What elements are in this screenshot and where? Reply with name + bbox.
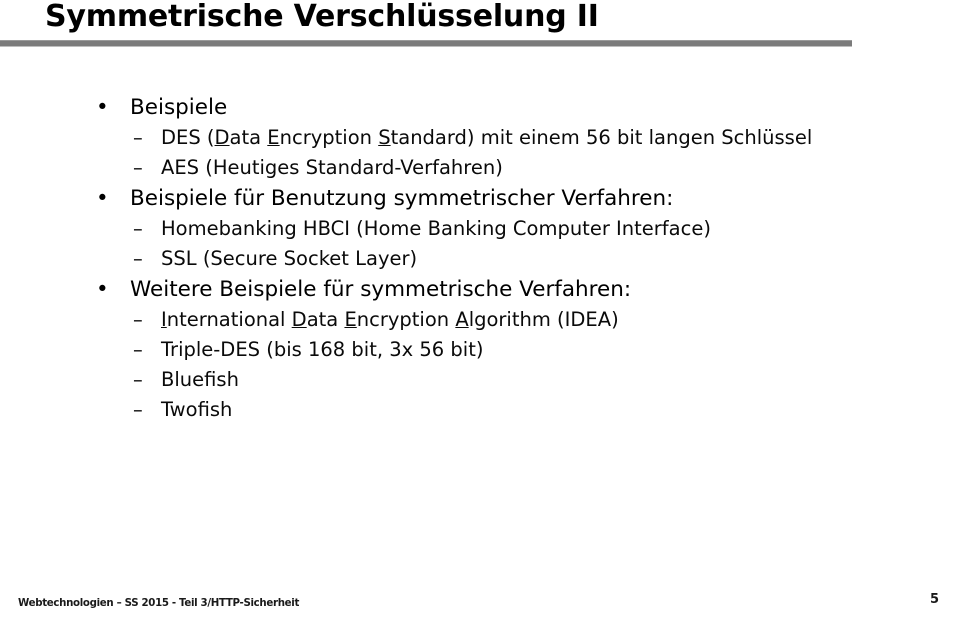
bullet-dot-icon: • bbox=[96, 95, 109, 120]
bullet-dash-icon: – bbox=[133, 308, 143, 331]
bullet-beispiele: • Beispiele bbox=[0, 92, 959, 123]
text-run: Triple-DES (bis 168 bit, 3x 56 bit) bbox=[161, 338, 484, 361]
bullet-des: – DES (Data Encryption Standard) mit eine… bbox=[0, 123, 959, 153]
text-run: Homebanking HBCI (Home Banking Computer … bbox=[161, 217, 711, 240]
text-run: ata bbox=[229, 126, 268, 149]
bullet-dash-icon: – bbox=[133, 338, 143, 361]
text-run: Twofish bbox=[161, 398, 233, 421]
bullet-dash-icon: – bbox=[133, 398, 143, 421]
title-divider-rule bbox=[0, 40, 852, 47]
bullet-dot-icon: • bbox=[96, 186, 109, 211]
bullet-aes: – AES (Heutiges Standard-Verfahren) bbox=[0, 153, 959, 183]
acronym-initial: E bbox=[344, 308, 357, 331]
bullet-dash-icon: – bbox=[133, 217, 143, 240]
bullet-label: Bluefish bbox=[161, 368, 239, 391]
text-run: tandard) mit einem 56 bit langen Schlüss… bbox=[390, 126, 813, 149]
text-run: ncryption bbox=[279, 126, 379, 149]
bullet-beispiele-benutzung: • Beispiele für Benutzung symmetrischer V… bbox=[0, 183, 959, 214]
bullet-label: Twofish bbox=[161, 398, 232, 421]
text-run: Bluefish bbox=[161, 368, 239, 391]
bullet-label: SSL (Secure Socket Layer) bbox=[161, 247, 417, 270]
bullet-triple-des: – Triple-DES (bis 168 bit, 3x 56 bit) bbox=[0, 335, 959, 365]
bullet-label: Triple-DES (bis 168 bit, 3x 56 bit) bbox=[161, 338, 483, 361]
bullet-hbci: – Homebanking HBCI (Home Banking Computer… bbox=[0, 214, 959, 244]
footer-page-number: 5 bbox=[930, 592, 940, 607]
bullet-dash-icon: – bbox=[133, 247, 143, 270]
text-run: lgorithm (IDEA) bbox=[468, 308, 619, 331]
bullet-bluefish: – Bluefish bbox=[0, 365, 959, 395]
text-run: ata bbox=[306, 308, 345, 331]
bullet-label: DES (Data Encryption Standard) mit einem… bbox=[161, 126, 812, 149]
acronym-initial: A bbox=[455, 308, 469, 331]
text-run: Beispiele für Benutzung symmetrischer Ve… bbox=[130, 186, 674, 211]
page-title: Symmetrische Verschlüsselung II bbox=[45, 0, 599, 34]
footer-course-label: Webtechnologien – SS 2015 - Teil 3/HTTP-… bbox=[18, 596, 300, 609]
text-run: SSL (Secure Socket Layer) bbox=[161, 247, 418, 270]
acronym-initial: S bbox=[378, 126, 391, 149]
bullet-label: Beispiele für Benutzung symmetrischer Ve… bbox=[130, 186, 673, 211]
text-run: Beispiele bbox=[130, 95, 228, 120]
bullet-dash-icon: – bbox=[133, 126, 143, 149]
bullet-dot-icon: • bbox=[96, 277, 109, 302]
text-run: nternational bbox=[166, 308, 292, 331]
text-run: DES ( bbox=[161, 126, 215, 149]
bullet-label: Weitere Beispiele für symmetrische Verfa… bbox=[130, 277, 631, 302]
bullet-label: International Data Encryption Algorithm … bbox=[161, 308, 619, 331]
bullet-dash-icon: – bbox=[133, 156, 143, 179]
text-run: AES (Heutiges Standard-Verfahren) bbox=[161, 156, 503, 179]
bullet-dash-icon: – bbox=[133, 368, 143, 391]
bullet-label: Beispiele bbox=[130, 95, 227, 120]
acronym-initial: E bbox=[267, 126, 280, 149]
text-run: Weitere Beispiele für symmetrische Verfa… bbox=[130, 277, 632, 302]
bullet-weitere-beispiele: • Weitere Beispiele für symmetrische Verf… bbox=[0, 274, 959, 305]
bullet-label: AES (Heutiges Standard-Verfahren) bbox=[161, 156, 503, 179]
slide-body: • Beispiele – DES (Data Encryption Standard… bbox=[0, 92, 959, 425]
bullet-twofish: – Twofish bbox=[0, 395, 959, 425]
acronym-initial: D bbox=[291, 308, 307, 331]
bullet-label: Homebanking HBCI (Home Banking Computer … bbox=[161, 217, 711, 240]
bullet-idea: – International Data Encryption Algorithm… bbox=[0, 305, 959, 335]
text-run: ncryption bbox=[356, 308, 456, 331]
bullet-ssl: – SSL (Secure Socket Layer) bbox=[0, 244, 959, 274]
acronym-initial: D bbox=[214, 126, 230, 149]
